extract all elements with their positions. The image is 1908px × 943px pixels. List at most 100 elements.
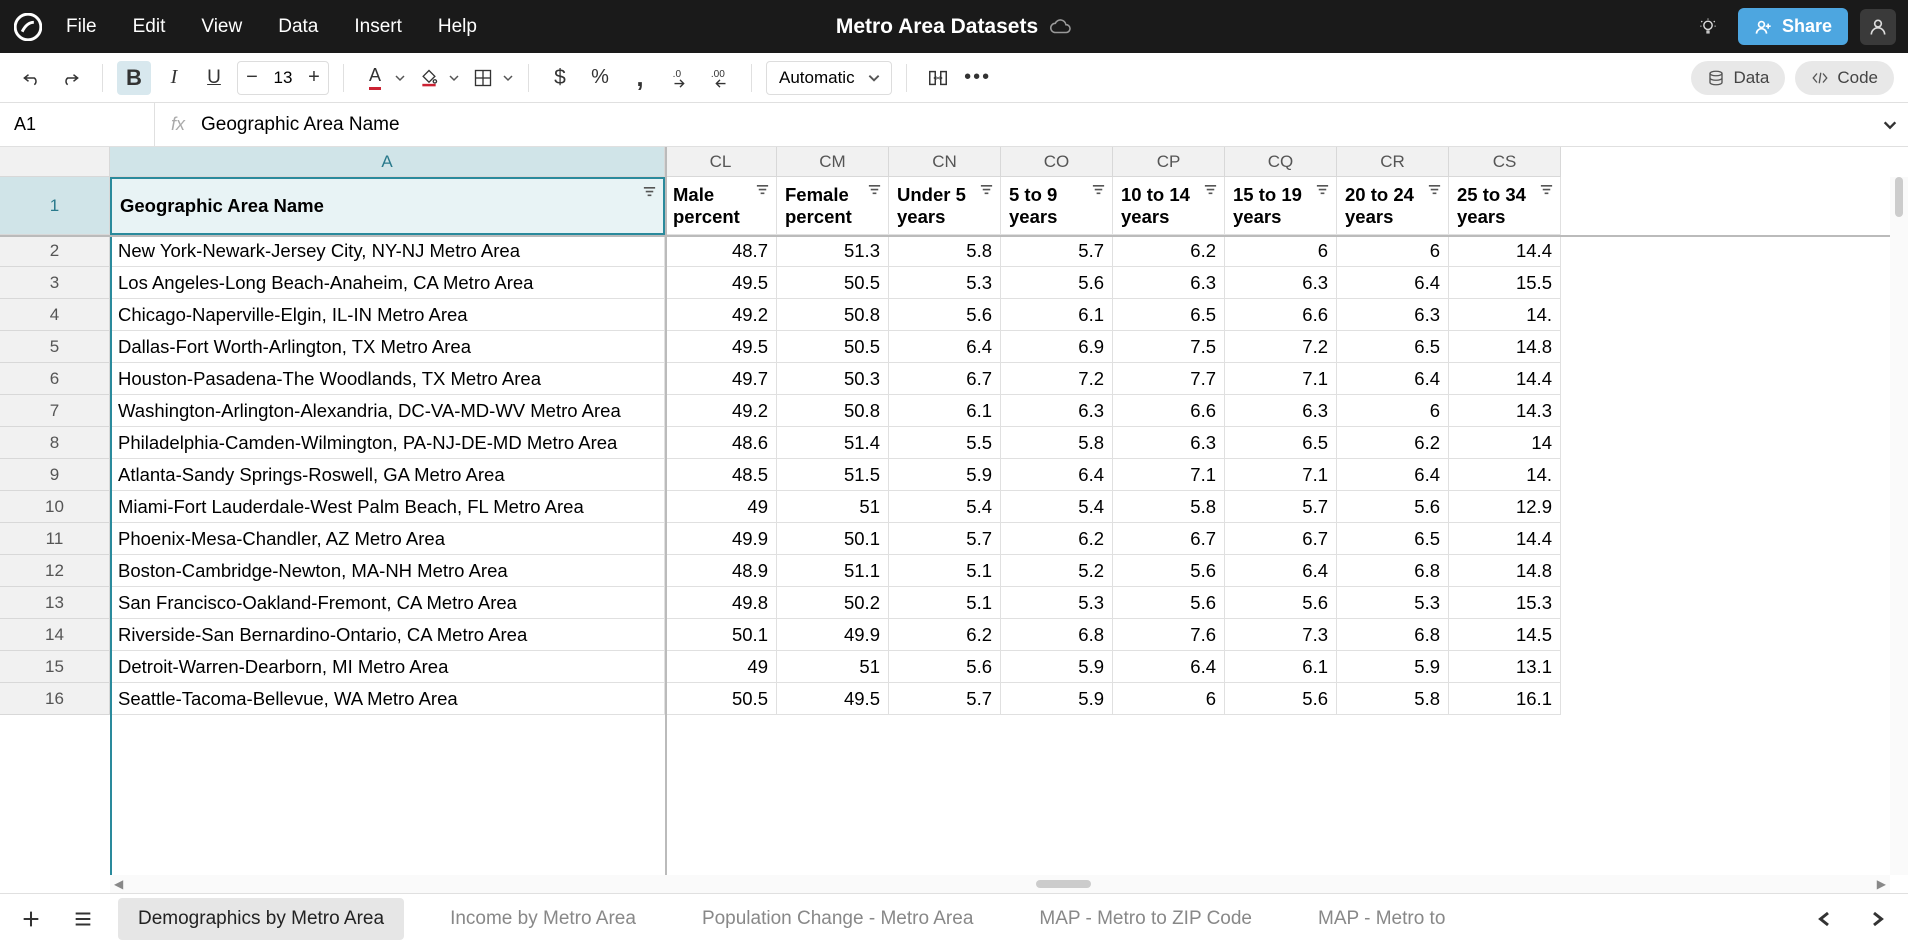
font-size-input[interactable] bbox=[266, 68, 300, 88]
spreadsheet-grid[interactable]: ACLCMCNCOCPCQCRCS1Geographic Area NameMa… bbox=[0, 147, 1908, 715]
row-header[interactable]: 9 bbox=[0, 459, 110, 491]
filter-icon[interactable] bbox=[1091, 183, 1106, 198]
font-size-increase[interactable]: + bbox=[300, 61, 328, 95]
area-name-cell[interactable]: Phoenix-Mesa-Chandler, AZ Metro Area bbox=[110, 523, 665, 555]
cloud-sync-icon[interactable] bbox=[1050, 16, 1072, 38]
data-cell[interactable]: 6.8 bbox=[1337, 619, 1449, 651]
area-name-cell[interactable]: Dallas-Fort Worth-Arlington, TX Metro Ar… bbox=[110, 331, 665, 363]
data-cell[interactable]: 5.6 bbox=[1113, 587, 1225, 619]
data-cell[interactable]: 6 bbox=[1113, 683, 1225, 715]
data-cell[interactable]: 6.5 bbox=[1337, 331, 1449, 363]
data-cell[interactable]: 6 bbox=[1337, 235, 1449, 267]
data-cell[interactable]: 50.2 bbox=[777, 587, 889, 619]
all-sheets-button[interactable] bbox=[66, 902, 100, 936]
data-cell[interactable]: 6.3 bbox=[1225, 395, 1337, 427]
area-name-cell[interactable]: Riverside-San Bernardino-Ontario, CA Met… bbox=[110, 619, 665, 651]
data-cell[interactable]: 50.5 bbox=[665, 683, 777, 715]
data-cell[interactable]: 6.1 bbox=[889, 395, 1001, 427]
select-all-corner[interactable] bbox=[0, 147, 110, 177]
data-cell[interactable]: 51.4 bbox=[777, 427, 889, 459]
data-cell[interactable]: 14 bbox=[1449, 427, 1561, 459]
filter-icon[interactable] bbox=[979, 183, 994, 198]
data-cell[interactable]: 49 bbox=[665, 651, 777, 683]
data-cell[interactable]: 6.1 bbox=[1001, 299, 1113, 331]
data-cell[interactable]: 6.6 bbox=[1225, 299, 1337, 331]
data-cell[interactable]: 14.8 bbox=[1449, 331, 1561, 363]
data-cell[interactable]: 49.9 bbox=[777, 619, 889, 651]
data-cell[interactable]: 49.5 bbox=[665, 267, 777, 299]
split-button[interactable] bbox=[921, 61, 955, 95]
area-name-cell[interactable]: Boston-Cambridge-Newton, MA-NH Metro Are… bbox=[110, 555, 665, 587]
menu-edit[interactable]: Edit bbox=[133, 16, 166, 38]
row-header[interactable]: 12 bbox=[0, 555, 110, 587]
table-column-header[interactable]: 5 to 9 years bbox=[1001, 177, 1113, 235]
data-cell[interactable]: 49.9 bbox=[665, 523, 777, 555]
data-cell[interactable]: 14.4 bbox=[1449, 523, 1561, 555]
row-header[interactable]: 7 bbox=[0, 395, 110, 427]
menu-help[interactable]: Help bbox=[438, 16, 477, 38]
data-cell[interactable]: 51.3 bbox=[777, 235, 889, 267]
number-format-select[interactable]: Automatic bbox=[766, 61, 892, 95]
data-cell[interactable]: 6.4 bbox=[1337, 267, 1449, 299]
data-cell[interactable]: 50.5 bbox=[777, 267, 889, 299]
area-name-cell[interactable]: Washington-Arlington-Alexandria, DC-VA-M… bbox=[110, 395, 665, 427]
area-name-cell[interactable]: Chicago-Naperville-Elgin, IL-IN Metro Ar… bbox=[110, 299, 665, 331]
row-header[interactable]: 6 bbox=[0, 363, 110, 395]
data-cell[interactable]: 6.4 bbox=[1337, 459, 1449, 491]
area-name-cell[interactable]: Seattle-Tacoma-Bellevue, WA Metro Area bbox=[110, 683, 665, 715]
app-logo[interactable] bbox=[12, 11, 44, 43]
data-cell[interactable]: 7.6 bbox=[1113, 619, 1225, 651]
data-cell[interactable]: 5.1 bbox=[889, 555, 1001, 587]
column-header[interactable]: CM bbox=[777, 147, 889, 177]
data-cell[interactable]: 14.4 bbox=[1449, 363, 1561, 395]
data-cell[interactable]: 5.4 bbox=[889, 491, 1001, 523]
row-header[interactable]: 8 bbox=[0, 427, 110, 459]
row-header[interactable]: 14 bbox=[0, 619, 110, 651]
filter-icon[interactable] bbox=[867, 183, 882, 198]
data-cell[interactable]: 5.6 bbox=[1225, 587, 1337, 619]
data-cell[interactable]: 5.9 bbox=[889, 459, 1001, 491]
data-cell[interactable]: 5.3 bbox=[889, 267, 1001, 299]
data-cell[interactable]: 5.3 bbox=[1337, 587, 1449, 619]
sheet-tab-prev[interactable] bbox=[1808, 902, 1842, 936]
data-cell[interactable]: 14.4 bbox=[1449, 235, 1561, 267]
data-cell[interactable]: 6.3 bbox=[1225, 267, 1337, 299]
user-menu-icon[interactable] bbox=[1860, 9, 1896, 45]
data-cell[interactable]: 50.8 bbox=[777, 395, 889, 427]
data-cell[interactable]: 6.2 bbox=[1001, 523, 1113, 555]
column-header[interactable]: CS bbox=[1449, 147, 1561, 177]
filter-icon[interactable] bbox=[1203, 183, 1218, 198]
data-cell[interactable]: 5.6 bbox=[889, 651, 1001, 683]
area-name-cell[interactable]: Los Angeles-Long Beach-Anaheim, CA Metro… bbox=[110, 267, 665, 299]
data-cell[interactable]: 51 bbox=[777, 651, 889, 683]
data-cell[interactable]: 50.1 bbox=[665, 619, 777, 651]
sheet-tab[interactable]: MAP - Metro to ZIP Code bbox=[1019, 898, 1272, 940]
row-header[interactable]: 10 bbox=[0, 491, 110, 523]
undo-button[interactable] bbox=[14, 61, 48, 95]
data-cell[interactable]: 6.7 bbox=[1113, 523, 1225, 555]
vertical-scrollbar[interactable] bbox=[1890, 177, 1908, 875]
area-name-cell[interactable]: Miami-Fort Lauderdale-West Palm Beach, F… bbox=[110, 491, 665, 523]
table-column-header[interactable]: 20 to 24 years bbox=[1337, 177, 1449, 235]
borders-dropdown[interactable] bbox=[466, 61, 514, 95]
data-cell[interactable]: 6.3 bbox=[1113, 267, 1225, 299]
table-column-header[interactable]: Male percent bbox=[665, 177, 777, 235]
sheet-tab[interactable]: Population Change - Metro Area bbox=[682, 898, 993, 940]
data-cell[interactable]: 5.6 bbox=[1337, 491, 1449, 523]
data-cell[interactable]: 7.1 bbox=[1225, 363, 1337, 395]
comma-format-button[interactable]: , bbox=[623, 61, 657, 95]
data-cell[interactable]: 6.3 bbox=[1337, 299, 1449, 331]
data-cell[interactable]: 51.5 bbox=[777, 459, 889, 491]
data-cell[interactable]: 6.9 bbox=[1001, 331, 1113, 363]
row-header[interactable]: 11 bbox=[0, 523, 110, 555]
data-cell[interactable]: 5.9 bbox=[1001, 651, 1113, 683]
data-cell[interactable]: 5.6 bbox=[1001, 267, 1113, 299]
data-cell[interactable]: 6.4 bbox=[1225, 555, 1337, 587]
data-cell[interactable]: 5.8 bbox=[1001, 427, 1113, 459]
data-cell[interactable]: 6.2 bbox=[1337, 427, 1449, 459]
column-header[interactable]: CR bbox=[1337, 147, 1449, 177]
column-header[interactable]: CN bbox=[889, 147, 1001, 177]
data-cell[interactable]: 7.7 bbox=[1113, 363, 1225, 395]
data-cell[interactable]: 48.6 bbox=[665, 427, 777, 459]
cell-reference-box[interactable]: A1 bbox=[0, 103, 155, 146]
